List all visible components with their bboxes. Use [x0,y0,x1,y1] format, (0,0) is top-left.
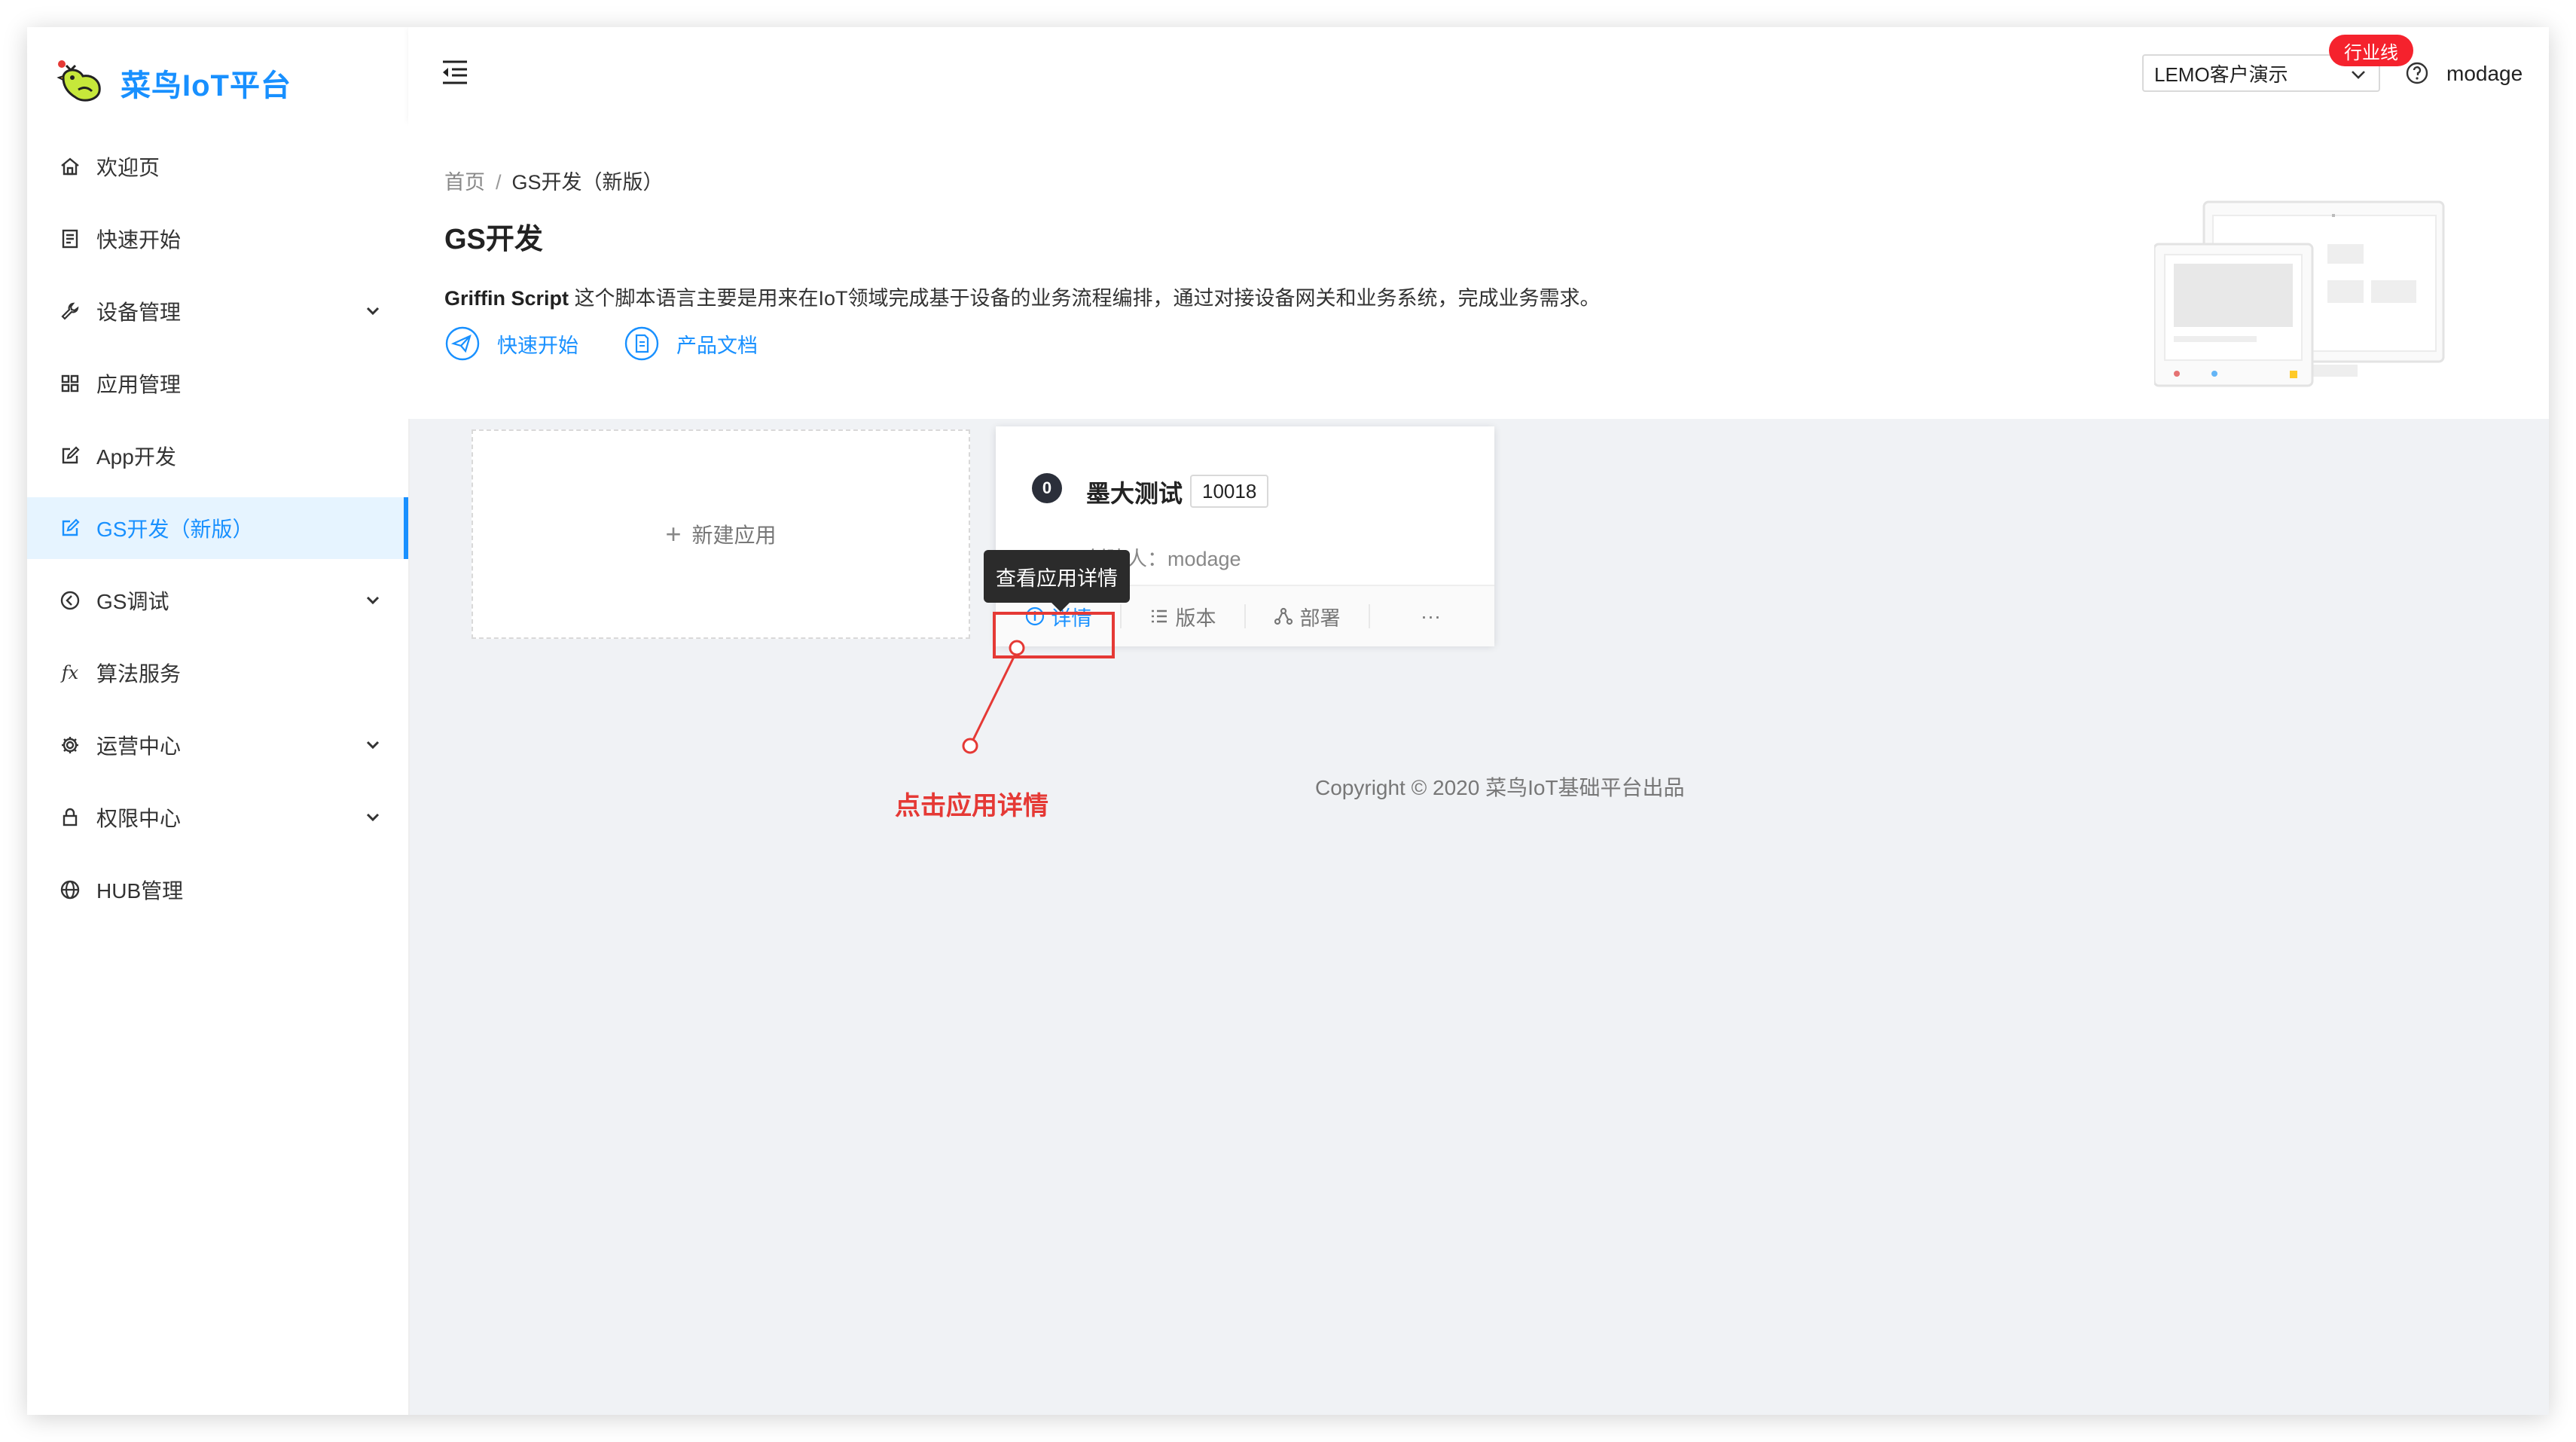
edit-icon [59,517,81,539]
industry-badge: 行业线 [2329,35,2413,66]
home-icon [59,155,81,178]
sidebar-item-label: 权限中心 [96,807,182,830]
sidebar: 菜鸟IoT平台 欢迎页 快速开始 设备管理 应用管理 App开发 GS开发（新版… [27,27,410,1415]
menu-fold-icon[interactable] [440,57,470,87]
globe-icon [59,878,81,901]
version-label: 版本 [1175,606,1216,630]
sidebar-item-label: 欢迎页 [96,156,160,179]
sidebar-item-label: 快速开始 [96,228,182,252]
page-description: Griffin Script 这个脚本语言主要是用来在IoT领域完成基于设备的业… [444,282,1601,311]
description-text: 这个脚本语言主要是用来在IoT领域完成基于设备的业务流程编排，通过对接设备网关和… [569,287,1601,310]
plus-icon: + [665,518,682,549]
creator-value: modage [1167,548,1241,570]
paper-plane-icon [445,326,480,361]
monitor-illustration [2154,200,2445,387]
sidebar-item-app-management[interactable]: 应用管理 [27,353,408,414]
breadcrumb-separator: / [496,171,502,194]
sidebar-menu: 欢迎页 快速开始 设备管理 应用管理 App开发 GS开发（新版） GS调试 f… [27,136,408,931]
fx-icon: fx [61,662,79,683]
chevron-down-icon [366,307,380,316]
sidebar-item-welcome[interactable]: 欢迎页 [27,136,408,197]
app-status-badge: 0 [1032,473,1062,503]
edit-icon [59,445,81,467]
list-icon [1151,609,1167,623]
sidebar-item-label: HUB管理 [96,879,184,903]
sidebar-item-label: 应用管理 [96,373,182,396]
product-docs-label: 产品文档 [676,334,758,357]
sidebar-item-gs-dev-new[interactable]: GS开发（新版） [27,497,408,559]
gear-icon [59,734,81,756]
new-app-label: 新建应用 [691,524,777,547]
book-icon [59,228,81,250]
sidebar-item-label: App开发 [96,445,176,469]
page-links: 快速开始 产品文档 [444,325,803,362]
version-button[interactable]: 版本 [1120,586,1244,646]
top-header: LEMO客户演示 行业线 modage [408,27,2549,121]
more-button[interactable]: ··· [1369,586,1493,646]
app-name: 墨大测试 [1086,480,1183,507]
sidebar-item-device-management[interactable]: 设备管理 [27,280,408,342]
annotation-label: 点击应用详情 [895,792,1048,820]
sidebar-item-label: 设备管理 [96,301,182,324]
chevron-down-icon [366,813,380,822]
chevron-down-icon [366,596,380,605]
sidebar-item-gs-debug[interactable]: GS调试 [27,570,408,631]
sidebar-item-algorithm-service[interactable]: fx 算法服务 [27,642,408,704]
quick-start-label: 快速开始 [497,334,578,357]
sidebar-item-quick-start[interactable]: 快速开始 [27,208,408,270]
page-header: 首页 / GS开发（新版） GS开发 Griffin Script 这个脚本语言主要… [408,121,2549,419]
lock-icon [59,806,81,829]
sidebar-item-label: GS开发（新版） [96,518,254,541]
product-docs-link[interactable]: 产品文档 [624,325,758,362]
tenant-select-value: LEMO客户演示 [2154,63,2288,86]
chevron-down-icon [2352,71,2365,79]
deploy-label: 部署 [1299,606,1341,630]
username[interactable]: modage [2446,60,2523,87]
brand-name: 菜鸟IoT平台 [121,69,291,102]
deploy-button[interactable]: 部署 [1244,586,1369,646]
wrench-icon [59,300,81,322]
sidebar-item-permissions[interactable]: 权限中心 [27,787,408,848]
app-id-tag: 10018 [1190,475,1269,508]
sidebar-item-operations[interactable]: 运营中心 [27,714,408,776]
breadcrumb-current: GS开发（新版） [511,171,664,194]
quick-start-link[interactable]: 快速开始 [444,325,578,362]
sidebar-item-hub-management[interactable]: HUB管理 [27,859,408,921]
bird-logo-icon [56,60,101,102]
breadcrumb: 首页 / GS开发（新版） [444,166,664,195]
breadcrumb-home[interactable]: 首页 [444,171,485,194]
document-icon [624,326,659,361]
more-icon: ··· [1421,604,1441,628]
logo[interactable]: 菜鸟IoT平台 [53,45,291,121]
annotation-highlight-box [993,612,1115,658]
grid-icon [59,372,81,395]
detail-tooltip: 查看应用详情 [984,550,1130,612]
clock-back-icon [59,589,81,612]
sidebar-item-label: 运营中心 [96,735,182,758]
help-icon[interactable] [2404,60,2430,86]
chevron-down-icon [366,741,380,750]
sidebar-item-app-dev[interactable]: App开发 [27,425,408,487]
sidebar-item-label: GS调试 [96,590,169,613]
page-title: GS开发 [444,224,543,255]
new-app-card[interactable]: + 新建应用 [472,429,970,639]
description-bold: Griffin Script [444,287,569,310]
copyright: Copyright © 2020 菜鸟IoT基础平台出品 [1315,776,1685,799]
sidebar-item-label: 算法服务 [96,662,182,686]
deploy-icon [1274,607,1293,625]
app-window: 菜鸟IoT平台 欢迎页 快速开始 设备管理 应用管理 App开发 GS开发（新版… [27,27,2549,1415]
